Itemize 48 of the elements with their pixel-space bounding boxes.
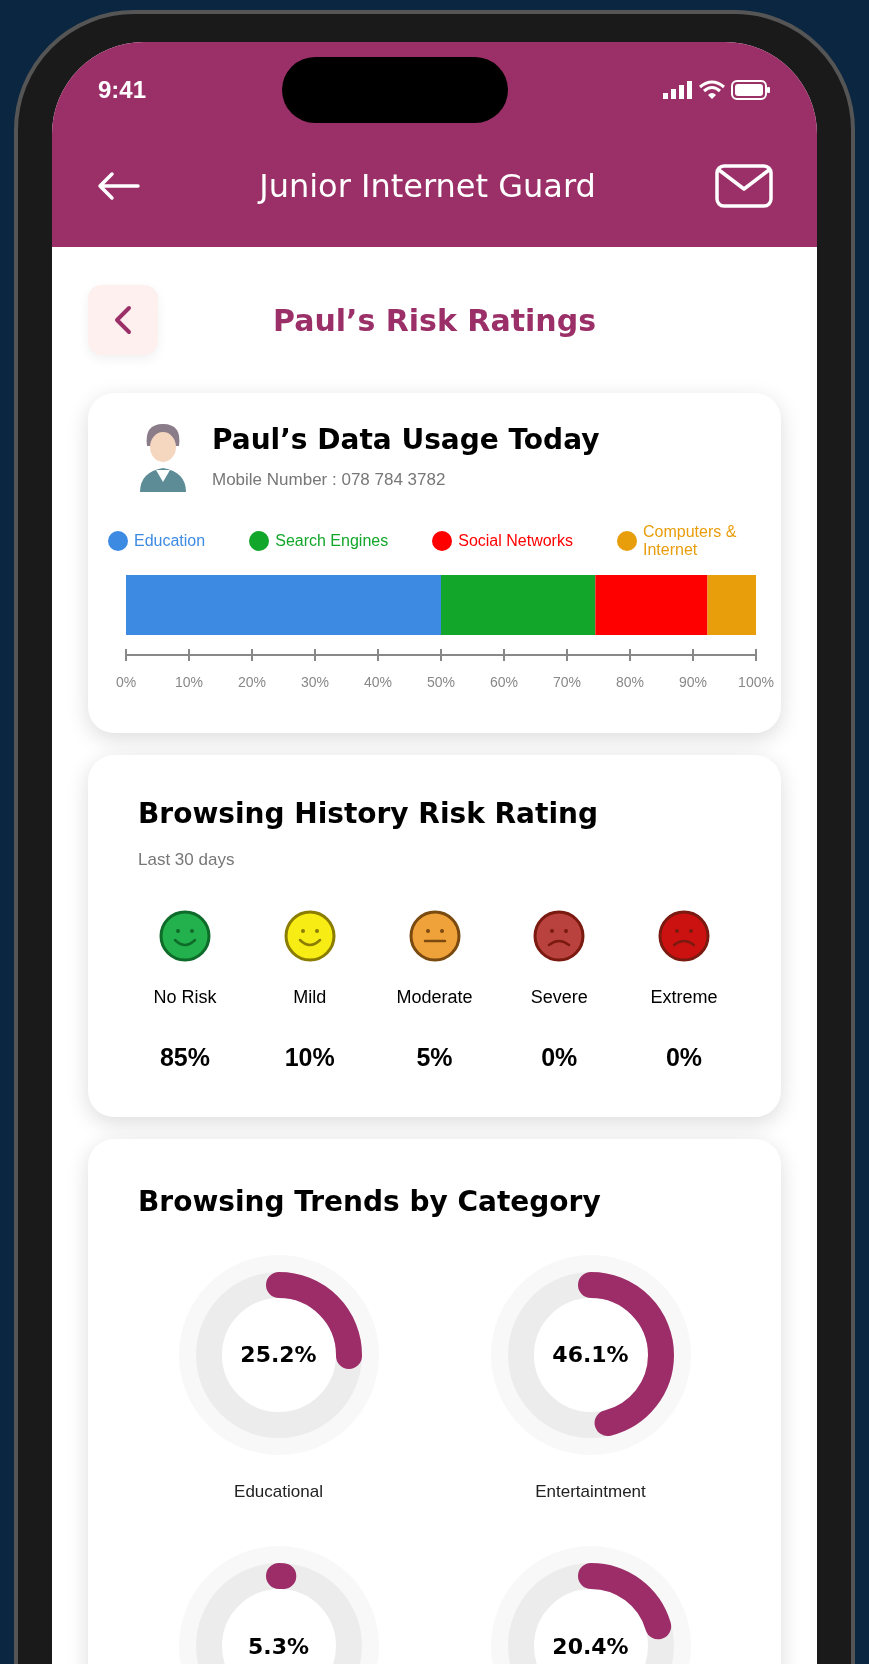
risk-percent: 5%	[416, 1042, 453, 1073]
risk-percent: 10%	[284, 1042, 335, 1073]
tick-label: 10%	[175, 673, 203, 690]
tick-label: 0%	[115, 673, 137, 690]
wifi-icon	[699, 80, 725, 100]
risk-percent: 0%	[665, 1042, 703, 1073]
back-button[interactable]	[96, 171, 140, 201]
risk-percent: 0%	[541, 1042, 578, 1073]
status-time: 9:41	[98, 75, 147, 105]
legend-label: Education	[134, 531, 206, 550]
arrow-left-icon	[96, 171, 140, 201]
mail-icon	[715, 164, 773, 208]
back-button[interactable]	[88, 285, 158, 355]
tick-label: 50%	[427, 673, 455, 690]
risk-percent: 85%	[159, 1042, 210, 1073]
card-subtitle: Last 30 days	[138, 848, 236, 871]
card-title: Paul’s Data Usage Today	[212, 422, 600, 458]
legend-label: Computers & Internet	[643, 522, 738, 559]
percent-value: 46.1%	[552, 1341, 629, 1369]
header-title: Junior Internet Guard	[259, 166, 596, 207]
legend-label: Social Networks	[458, 531, 573, 550]
percent-value: 25.2%	[240, 1341, 317, 1369]
tick-label: 100%	[738, 673, 774, 690]
risk-label: Severe	[530, 986, 588, 1009]
tick-label: 30%	[301, 673, 329, 690]
risk-label: No Risk	[153, 986, 217, 1009]
tick-label: 40%	[364, 673, 392, 690]
tick-label: 90%	[679, 673, 707, 690]
category-label: Educational	[234, 1480, 323, 1503]
tick-label: 80%	[616, 673, 644, 690]
tick-label: 70%	[553, 673, 581, 690]
mail-button[interactable]	[715, 164, 773, 208]
tick-label: 60%	[490, 673, 518, 690]
card-title: Browsing History Risk Rating	[138, 795, 599, 832]
legend-label: Search Engines	[275, 531, 389, 550]
signal-icon	[663, 81, 693, 99]
percent-value: 5.3%	[248, 1632, 309, 1661]
chevron-left-icon	[113, 305, 133, 335]
card-title: Browsing Trends by Category	[138, 1183, 602, 1220]
mobile-number: Mobile Number : 078 784 3782	[212, 469, 447, 491]
category-label: Entertaintment	[535, 1480, 646, 1503]
page-title: Paul’s Risk Ratings	[271, 301, 598, 340]
risk-label: Mild	[293, 986, 327, 1009]
risk-label: Extreme	[650, 986, 718, 1009]
battery-icon	[731, 80, 771, 100]
tick-label: 20%	[238, 673, 266, 690]
risk-label: Moderate	[396, 986, 473, 1009]
percent-value: 20.4%	[552, 1632, 629, 1661]
